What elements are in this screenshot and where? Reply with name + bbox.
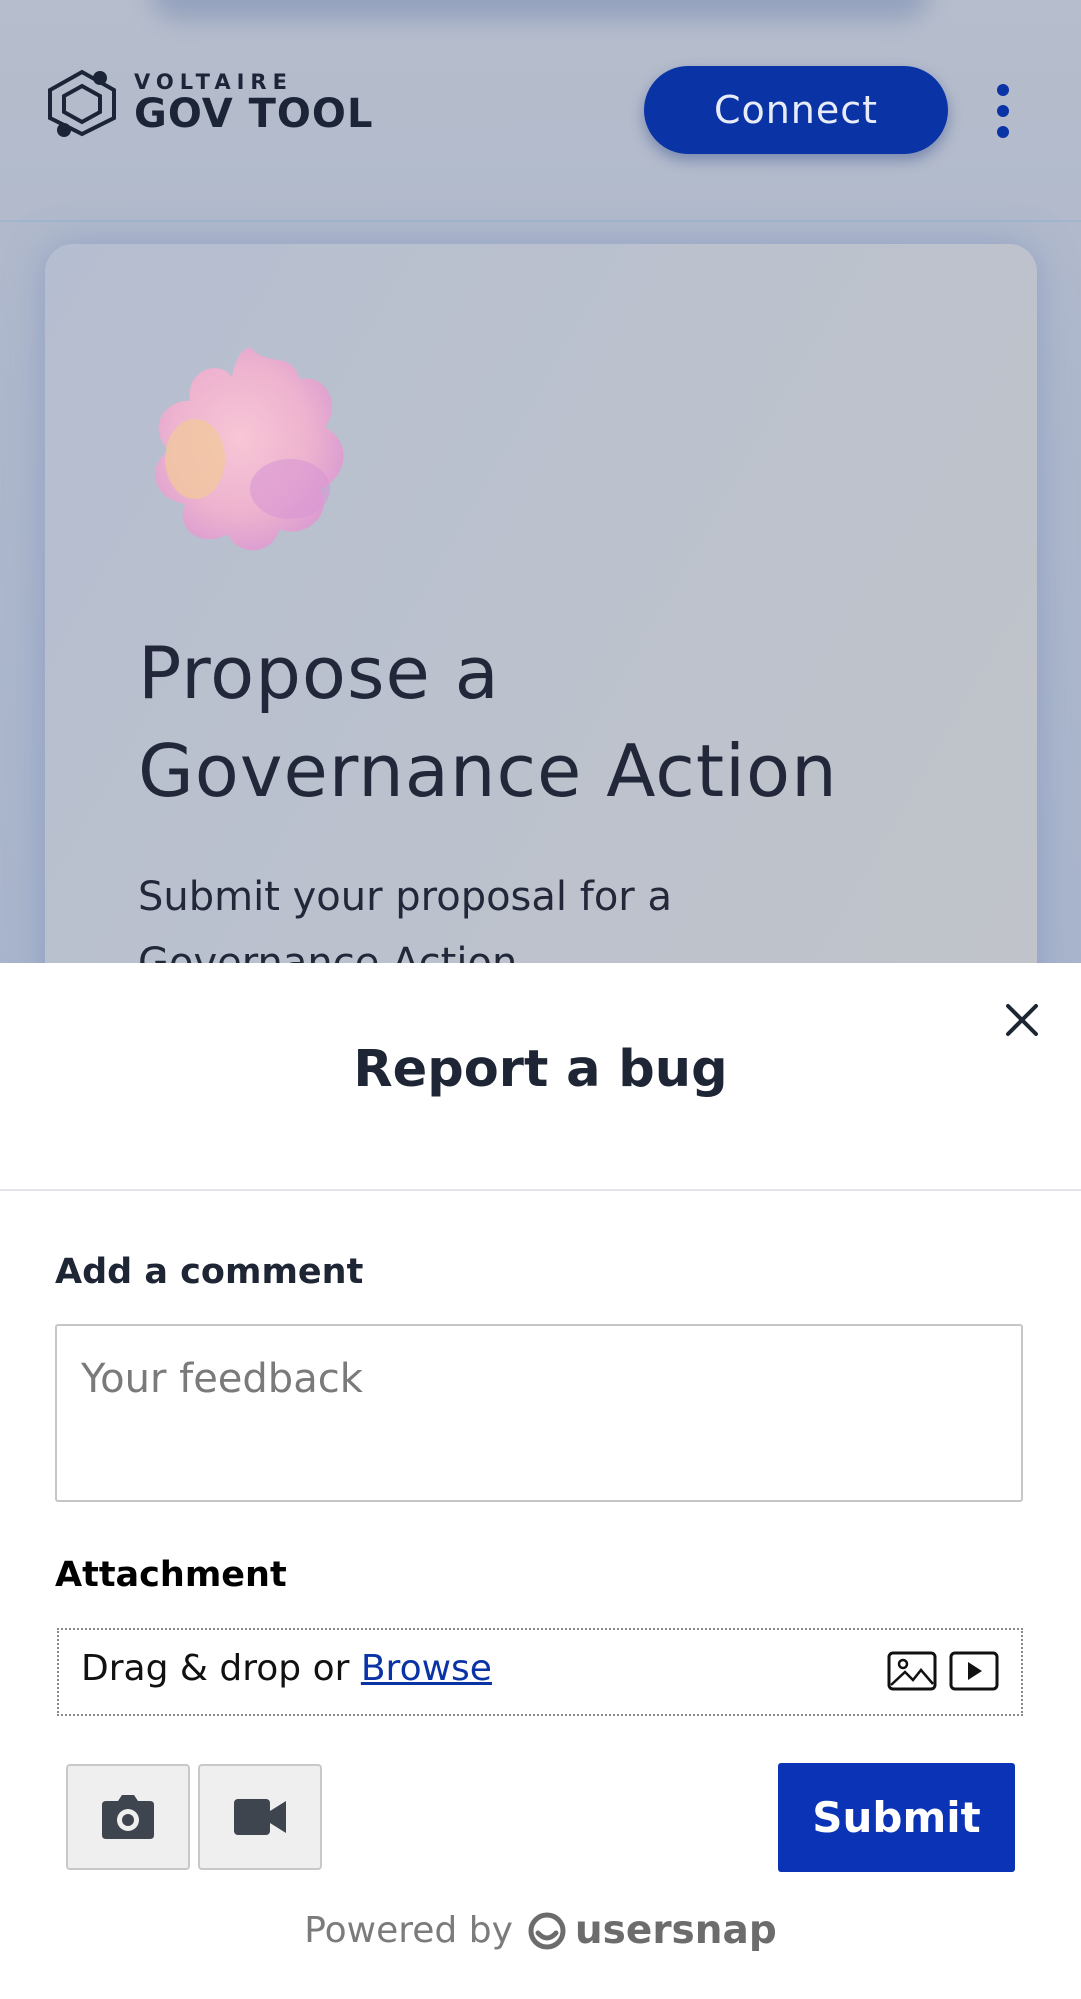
hexagon-logo-icon — [48, 69, 116, 137]
propose-action-card[interactable]: Propose a Governance Action Submit your … — [45, 244, 1037, 965]
attachment-label: Attachment — [55, 1555, 287, 1595]
drop-instruction: Drag & drop or — [81, 1648, 350, 1689]
screenshot-button[interactable] — [66, 1764, 190, 1870]
image-icon — [887, 1651, 937, 1691]
card-title: Propose a Governance Action — [138, 631, 838, 813]
powered-by-text: Powered by — [304, 1910, 513, 1951]
dropzone-text: Drag & drop or Browse — [81, 1648, 492, 1689]
browse-link[interactable]: Browse — [361, 1648, 492, 1689]
powered-by-footer: Powered by usersnap — [0, 1908, 1081, 1953]
video-file-icon — [949, 1651, 999, 1691]
submit-button[interactable]: Submit — [778, 1763, 1015, 1872]
app-logo[interactable]: VOLTAIRE GOV TOOL — [44, 68, 373, 138]
usersnap-logo[interactable]: usersnap — [527, 1908, 777, 1953]
video-icon — [234, 1799, 286, 1835]
camera-icon — [102, 1795, 154, 1839]
decorative-blob-image — [154, 347, 344, 551]
sheet-divider — [0, 1189, 1081, 1191]
logo-big-text: GOV TOOL — [134, 91, 374, 137]
sheet-title: Report a bug — [353, 1040, 728, 1099]
attachment-dropzone[interactable]: Drag & drop or Browse — [57, 1628, 1023, 1716]
app-background: VOLTAIRE GOV TOOL Connect Propose a Gove… — [0, 0, 1081, 965]
comment-label: Add a comment — [55, 1252, 364, 1292]
card-subtitle: Submit your proposal for a Governance Ac… — [138, 874, 672, 965]
app-header: VOLTAIRE GOV TOOL Connect — [0, 0, 1081, 222]
connect-button[interactable]: Connect — [644, 66, 948, 154]
logo-small-text: VOLTAIRE — [134, 70, 293, 94]
feedback-input[interactable] — [55, 1324, 1023, 1502]
usersnap-brand-text: usersnap — [574, 1908, 777, 1953]
record-video-button[interactable] — [198, 1764, 322, 1870]
usersnap-icon — [528, 1912, 566, 1949]
close-icon[interactable] — [1002, 1000, 1042, 1040]
kebab-menu-icon[interactable] — [995, 84, 1011, 138]
